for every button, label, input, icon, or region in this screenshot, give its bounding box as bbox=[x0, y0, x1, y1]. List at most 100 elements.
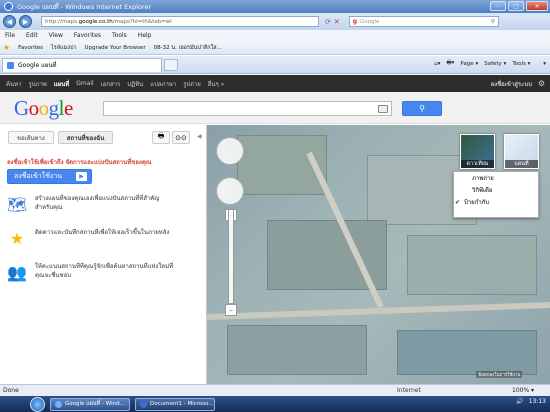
favorites-bar: ★ Favorites ไรส่แมงปา Upgrade Your Brows… bbox=[0, 41, 550, 55]
map-field bbox=[227, 325, 367, 375]
map-pencil-icon: 🗺 bbox=[6, 194, 28, 214]
collapse-panel-icon[interactable]: ◀ bbox=[197, 133, 202, 140]
menu-favorites[interactable]: Favorites bbox=[74, 32, 101, 39]
map-field bbox=[397, 330, 537, 375]
gbar-search[interactable]: ค้นหา bbox=[6, 79, 21, 89]
feature-text: ติดดาวและบันทึกสถานที่เพื่อให้เจอเร็วขึ้… bbox=[35, 229, 170, 236]
forward-button[interactable]: ▶ bbox=[19, 15, 32, 28]
magnifier-icon[interactable]: ⚲ bbox=[491, 19, 495, 25]
window-controls: – □ × bbox=[490, 1, 548, 11]
link-icon[interactable]: ⊙⊙ bbox=[172, 131, 190, 144]
window-title: Google แผนที่ - Windows Internet Explore… bbox=[17, 2, 152, 11]
map-canvas[interactable] bbox=[207, 125, 550, 384]
taskbar-item-ie[interactable]: Google แผนที่ - Wind... bbox=[50, 397, 130, 411]
url-prefix: http://maps. bbox=[45, 18, 79, 25]
url-domain: google.co.th bbox=[78, 18, 113, 25]
tools-menu[interactable]: Tools ▾ bbox=[512, 61, 530, 67]
page-menu[interactable]: Page ▾ bbox=[460, 61, 478, 67]
status-bar: Done Internet 100% ▾ bbox=[0, 384, 550, 396]
google-logo[interactable]: Google bbox=[14, 96, 73, 121]
refresh-icon[interactable]: ⟳ bbox=[325, 18, 331, 26]
home-icon[interactable]: ⌂▾ bbox=[434, 61, 440, 67]
signin-button-label: ลงชื่อเข้าใช้งาน bbox=[14, 172, 63, 180]
feature-text: ให้คะแนนสถานที่ที่คุณรู้จักเพื่อค้นหาสถา… bbox=[35, 263, 174, 279]
directions-button[interactable]: ขอเส้นทาง bbox=[8, 131, 54, 144]
close-button[interactable]: × bbox=[526, 1, 548, 11]
map-type-satellite[interactable]: ดาวเทียม bbox=[460, 134, 495, 169]
tab-google-maps[interactable]: Google แผนที่ bbox=[2, 57, 162, 72]
map-field bbox=[407, 235, 537, 295]
fav-item-1[interactable]: ไรส่แมงปา bbox=[51, 44, 77, 52]
gbar-images[interactable]: รูปภาพ bbox=[28, 79, 46, 89]
maximize-button[interactable]: □ bbox=[508, 1, 524, 11]
zoom-slider[interactable] bbox=[228, 209, 234, 304]
favorites-star-icon: ★ bbox=[3, 43, 11, 52]
maps-search-button[interactable]: ⚲ bbox=[402, 101, 442, 116]
word-task-icon bbox=[140, 400, 147, 408]
gbar-photos[interactable]: รูปถ่าย bbox=[183, 79, 201, 89]
gbar-docs[interactable]: เอกสาร bbox=[101, 79, 121, 89]
volume-icon[interactable]: 🔊 bbox=[516, 398, 523, 405]
status-text: Done bbox=[3, 387, 19, 394]
map-label: แผนที่ bbox=[505, 160, 538, 168]
menu-file[interactable]: File bbox=[5, 32, 15, 39]
google-bar: ค้นหา รูปภาพ แผนที่ Gmail เอกสาร ปฏิทิน … bbox=[0, 75, 550, 92]
fav-item-2[interactable]: Upgrade Your Browser bbox=[85, 45, 146, 51]
map-type-menu: ภาพถ่าย วิกิพีเดีย ✔ ป้ายกำกับ bbox=[453, 171, 539, 218]
address-bar: ◀ ▶ http://maps. google.co.th/maps?hl=th&… bbox=[0, 13, 550, 30]
pan-control[interactable] bbox=[216, 177, 244, 205]
url-input[interactable]: http://maps. google.co.th/maps?hl=th&tab=… bbox=[41, 16, 319, 27]
people-icon: 👥 bbox=[7, 262, 27, 282]
feature-create-maps: 🗺 สร้างแผนที่ของคุณเองเพื่อแบ่งปันสถานที… bbox=[7, 194, 175, 214]
browser-search-placeholder: Google bbox=[360, 18, 380, 25]
system-tray: 🔊 13:13 bbox=[516, 398, 546, 405]
menu-view[interactable]: View bbox=[49, 32, 63, 39]
tab-label: Google แผนที่ bbox=[18, 62, 57, 69]
gbar-maps[interactable]: แผนที่ bbox=[54, 79, 69, 89]
window-titlebar: Google แผนที่ - Windows Internet Explore… bbox=[0, 0, 550, 13]
fav-item-3[interactable]: 08-32 น. เยอรมันปาลีกใส... bbox=[154, 44, 222, 52]
maps-search-input[interactable] bbox=[103, 101, 392, 116]
minimize-button[interactable]: – bbox=[490, 1, 506, 11]
browser-search-input[interactable]: g Google ⚲ bbox=[348, 16, 499, 27]
taskbar-item-word[interactable]: Document1 - Microso... bbox=[135, 397, 215, 411]
print-icon[interactable]: 🖶 bbox=[152, 131, 170, 144]
ie-icon bbox=[4, 2, 13, 11]
url-suffix: /maps?hl=th&tab=wl bbox=[112, 18, 172, 25]
menu-item-terrain[interactable]: ภาพถ่าย bbox=[454, 172, 538, 184]
menu-tools[interactable]: Tools bbox=[112, 32, 127, 39]
ie-task-icon bbox=[55, 400, 62, 408]
my-places-button[interactable]: สถานที่ของฉัน bbox=[57, 131, 114, 144]
new-tab-button[interactable] bbox=[164, 58, 178, 71]
feature-rate-places: 👥 ให้คะแนนสถานที่ที่คุณรู้จักเพื่อค้นหาส… bbox=[7, 262, 175, 282]
pegman-rotate-control[interactable] bbox=[216, 137, 244, 165]
gbar-calendar[interactable]: ปฏิทิน bbox=[127, 79, 143, 89]
menu-help[interactable]: Help bbox=[138, 32, 152, 39]
safety-menu[interactable]: Safety ▾ bbox=[484, 61, 506, 67]
gear-icon[interactable]: ⚙ bbox=[538, 79, 545, 88]
star-icon: ★ bbox=[9, 228, 25, 248]
gbar-more[interactable]: อื่นๆ » bbox=[208, 79, 225, 89]
start-button[interactable] bbox=[30, 396, 45, 412]
zoom-level[interactable]: 100% ▾ bbox=[512, 387, 534, 394]
checkmark-icon: ✔ bbox=[455, 198, 461, 206]
favorites-button[interactable]: Favorites bbox=[18, 45, 43, 51]
zoom-out-button[interactable]: – bbox=[225, 304, 237, 316]
gbar-signin-link[interactable]: ลงชื่อเข้าสู่ระบบ bbox=[490, 79, 532, 89]
menu-item-wikipedia[interactable]: วิกิพีเดีย bbox=[454, 184, 538, 196]
gbar-gmail[interactable]: Gmail bbox=[76, 80, 94, 87]
menu-edit[interactable]: Edit bbox=[26, 32, 38, 39]
keyboard-icon[interactable] bbox=[378, 105, 388, 113]
menu-item-labels[interactable]: ✔ ป้ายกำกับ bbox=[454, 196, 538, 208]
security-zone: Internet bbox=[397, 387, 421, 394]
help-menu[interactable]: ❔▾ bbox=[536, 61, 546, 67]
back-button[interactable]: ◀ bbox=[3, 15, 16, 28]
map-type-map[interactable]: แผนที่ bbox=[504, 134, 539, 169]
signin-button[interactable]: ลงชื่อเข้าใช้งาน ▶ bbox=[7, 169, 92, 184]
print-toolbar-icon[interactable]: 🖶▾ bbox=[446, 59, 454, 68]
clock[interactable]: 13:13 bbox=[529, 398, 546, 405]
stop-icon[interactable]: ✕ bbox=[334, 18, 340, 26]
feature-star-places: ★ ติดดาวและบันทึกสถานที่เพื่อให้เจอเร็วข… bbox=[7, 228, 175, 248]
gbar-translate[interactable]: แปลภาษา bbox=[150, 79, 176, 89]
map-copyright[interactable]: ข้อตกลงในการใช้งาน bbox=[476, 371, 523, 378]
